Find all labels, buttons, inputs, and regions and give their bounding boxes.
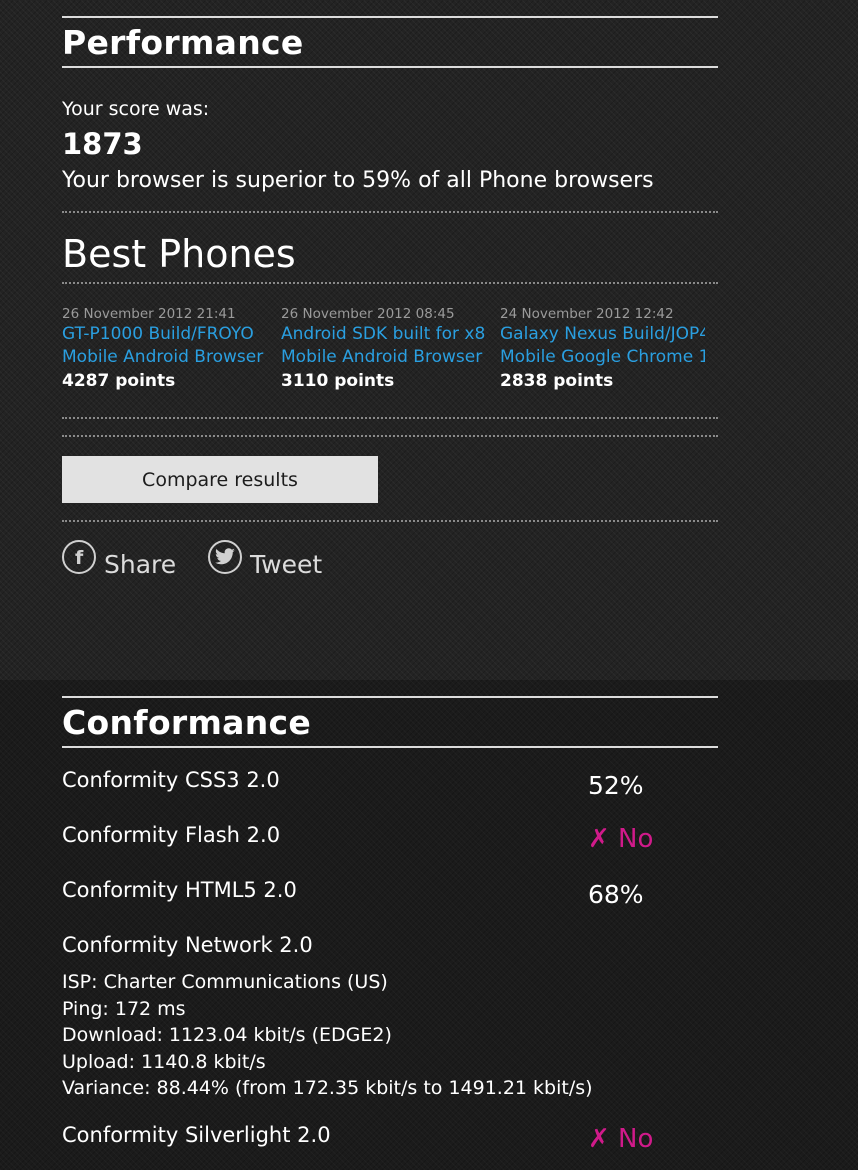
best-phone-item: 26 November 2012 21:41 GT-P1000 Build/FR… xyxy=(62,305,267,393)
divider xyxy=(62,435,718,437)
divider xyxy=(62,746,718,748)
best-phone-item: 26 November 2012 08:45 Android SDK built… xyxy=(281,305,486,393)
conformity-silverlight-value: ✗ No xyxy=(588,1124,654,1154)
conformity-css3-label: Conformity CSS3 2.0 xyxy=(62,768,280,792)
conformity-html5-value: 68% xyxy=(588,880,644,909)
twitter-icon xyxy=(208,540,242,574)
phone-points: 4287 points xyxy=(62,371,176,391)
divider xyxy=(62,211,718,213)
network-download: Download: 1123.04 kbit/s (EDGE2) xyxy=(62,1024,392,1046)
phone-points: 3110 points xyxy=(281,371,395,391)
phone-device-link[interactable]: Android SDK built for x86 xyxy=(281,323,486,346)
divider xyxy=(62,16,718,18)
network-ping: Ping: 172 ms xyxy=(62,998,186,1020)
compare-results-button[interactable]: Compare results xyxy=(62,456,378,503)
phone-browser-link[interactable]: Mobile Android Browser 4 xyxy=(62,346,267,369)
facebook-icon: f xyxy=(62,540,96,574)
performance-section: Performance Your score was: 1873 Your br… xyxy=(0,0,858,680)
conformance-section: Conformance Conformity CSS3 2.0 52% Conf… xyxy=(0,680,858,1170)
svg-text:f: f xyxy=(75,547,84,568)
tweet-label: Tweet xyxy=(250,550,323,579)
divider xyxy=(62,520,718,522)
divider xyxy=(62,696,718,698)
best-phone-item: 24 November 2012 12:42 Galaxy Nexus Buil… xyxy=(500,305,705,393)
tweet-button[interactable]: Tweet xyxy=(208,540,322,580)
network-upload: Upload: 1140.8 kbit/s xyxy=(62,1051,266,1073)
conformity-network-label: Conformity Network 2.0 xyxy=(62,933,313,957)
conformity-silverlight-label: Conformity Silverlight 2.0 xyxy=(62,1123,331,1147)
conformity-flash-value: ✗ No xyxy=(588,824,654,854)
conformity-html5-label: Conformity HTML5 2.0 xyxy=(62,878,297,902)
phone-points: 2838 points xyxy=(500,371,614,391)
performance-title: Performance xyxy=(62,23,304,62)
phone-browser-link[interactable]: Mobile Android Browser 4 xyxy=(281,346,486,369)
conformity-flash-label: Conformity Flash 2.0 xyxy=(62,823,281,847)
share-button[interactable]: f Share xyxy=(62,540,176,580)
network-variance: Variance: 88.44% (from 172.35 kbit/s to … xyxy=(62,1077,593,1099)
divider xyxy=(62,282,718,284)
best-phones-title: Best Phones xyxy=(62,232,296,276)
phone-browser-link[interactable]: Mobile Google Chrome 1 xyxy=(500,346,705,369)
phone-date: 26 November 2012 08:45 xyxy=(281,306,455,322)
phone-device-link[interactable]: Galaxy Nexus Build/JOP40 xyxy=(500,323,705,346)
divider xyxy=(62,66,718,68)
score-label: Your score was: xyxy=(62,98,210,120)
phone-date: 24 November 2012 12:42 xyxy=(500,306,674,322)
conformance-title: Conformance xyxy=(62,703,312,742)
conformity-css3-value: 52% xyxy=(588,771,644,800)
divider xyxy=(62,417,718,419)
share-label: Share xyxy=(104,550,177,579)
network-isp: ISP: Charter Communications (US) xyxy=(62,971,388,993)
score-value: 1873 xyxy=(62,127,143,161)
phone-date: 26 November 2012 21:41 xyxy=(62,306,236,322)
phone-device-link[interactable]: GT-P1000 Build/FROYO xyxy=(62,323,267,346)
score-description: Your browser is superior to 59% of all P… xyxy=(62,168,654,193)
